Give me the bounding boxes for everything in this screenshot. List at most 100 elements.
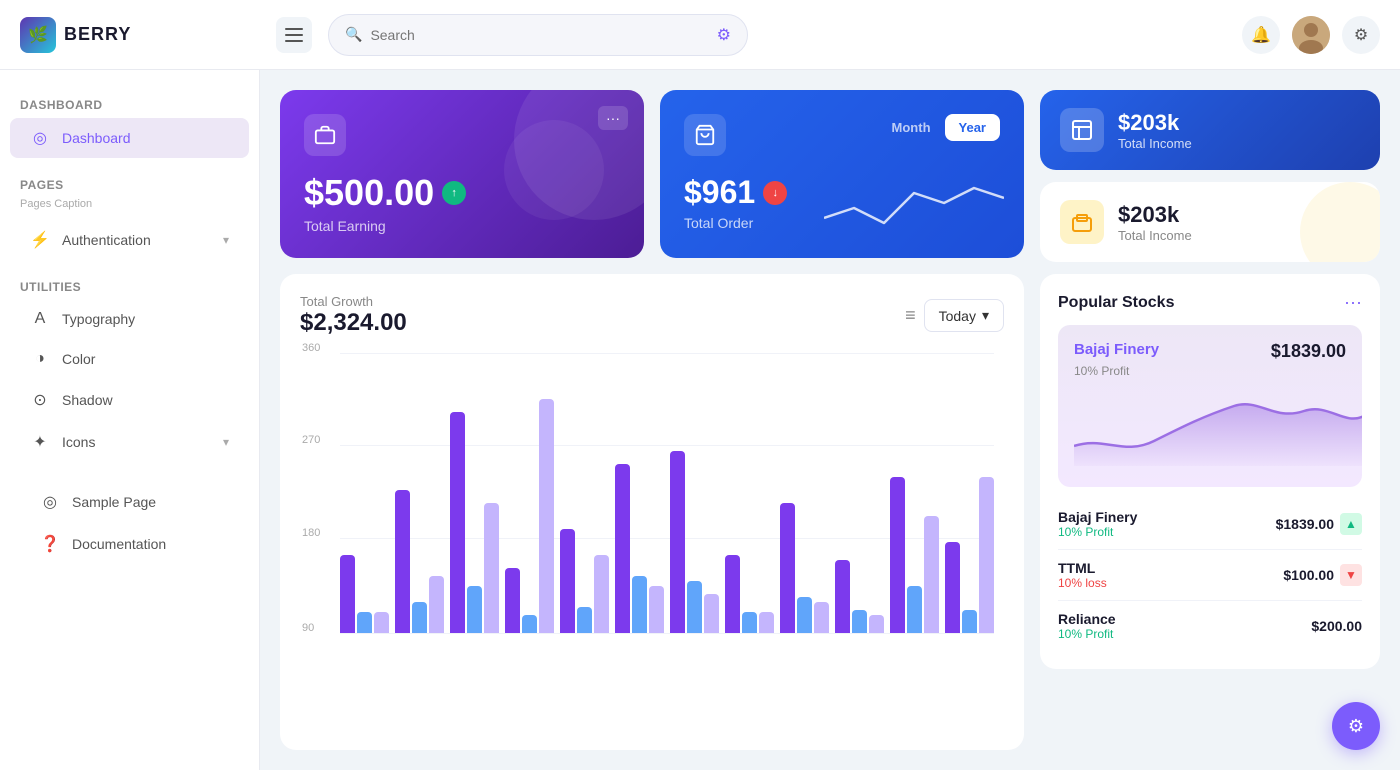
bar xyxy=(945,542,960,633)
bar xyxy=(797,597,812,633)
stock-reliance-info: Reliance 10% Profit xyxy=(1058,611,1116,641)
bar xyxy=(467,586,482,633)
trend-up-icon: ↑ xyxy=(442,181,466,205)
menu-button[interactable] xyxy=(276,17,312,53)
pages-caption: Pages Caption xyxy=(0,196,259,218)
topbar-right: 🔔 ⚙ xyxy=(1242,16,1380,54)
bar xyxy=(649,586,664,633)
featured-stock-header: Bajaj Finery $1839.00 xyxy=(1074,341,1346,362)
filter-icon[interactable]: ⚙ xyxy=(717,25,731,45)
logo-text: BERRY xyxy=(64,24,131,45)
bar-chart xyxy=(340,353,994,633)
growth-chart-card: Total Growth $2,324.00 ≡ Today ▾ 360 xyxy=(280,274,1024,750)
bar xyxy=(522,615,537,633)
income-yellow-label: Total Income xyxy=(1118,228,1192,243)
sidebar-item-documentation[interactable]: ❓ Documentation xyxy=(20,524,239,564)
sidebar-label-typography: Typography xyxy=(62,311,135,327)
stock-ttml-info: TTML 10% loss xyxy=(1058,560,1107,590)
bar xyxy=(704,594,719,633)
sidebar-item-sample-page[interactable]: ◎ Sample Page xyxy=(20,482,239,522)
month-button[interactable]: Month xyxy=(878,114,945,141)
year-button[interactable]: Year xyxy=(945,114,1000,141)
stocks-more-button[interactable]: ··· xyxy=(1344,292,1362,313)
stock-row-bajaj: Bajaj Finery 10% Profit $1839.00 ▲ xyxy=(1058,499,1362,550)
earning-label: Total Earning xyxy=(304,218,620,234)
sample-page-icon: ◎ xyxy=(40,492,60,512)
icons-icon: ✦ xyxy=(30,432,50,452)
bar xyxy=(450,412,465,633)
bar-group-4 xyxy=(560,353,609,633)
bar xyxy=(742,612,757,633)
stat-cards-row: ··· $500.00 ↑ Total Earning Month xyxy=(280,90,1024,258)
stocks-card: Popular Stocks ··· Bajaj Finery $1839.00… xyxy=(1040,274,1380,669)
trend-down-icon: ↓ xyxy=(763,181,787,205)
bar-group-8 xyxy=(780,353,829,633)
chart-header: Total Growth $2,324.00 ≡ Today ▾ xyxy=(300,294,1004,337)
sidebar-item-dashboard[interactable]: ◎ Dashboard xyxy=(10,118,249,158)
search-input[interactable] xyxy=(370,27,708,43)
sidebar-label-auth: Authentication xyxy=(62,232,151,248)
sidebar-item-typography[interactable]: A Typography xyxy=(10,300,249,338)
sidebar-label-sample: Sample Page xyxy=(72,494,156,510)
chevron-down-icon: ▾ xyxy=(223,233,229,247)
order-icon xyxy=(684,114,726,156)
bar xyxy=(594,555,609,633)
chart-amount: $2,324.00 xyxy=(300,309,407,337)
notification-button[interactable]: 🔔 xyxy=(1242,16,1280,54)
sidebar-item-color[interactable]: ◑ Color xyxy=(10,340,249,378)
sidebar-item-icons[interactable]: ✦ Icons ▾ xyxy=(10,422,249,462)
sidebar-section-pages: Pages xyxy=(0,170,259,196)
income-blue-amount: $203k xyxy=(1118,110,1192,136)
search-bar: 🔍 ⚙ xyxy=(328,14,748,56)
bar-group-1 xyxy=(395,353,444,633)
stocks-header: Popular Stocks ··· xyxy=(1058,292,1362,313)
today-button[interactable]: Today ▾ xyxy=(924,299,1004,332)
bar xyxy=(374,612,389,633)
featured-stock-chart xyxy=(1074,386,1346,471)
earning-more-button[interactable]: ··· xyxy=(598,106,628,130)
settings-button[interactable]: ⚙ xyxy=(1342,16,1380,54)
bar xyxy=(670,451,685,633)
stocks-title: Popular Stocks xyxy=(1058,294,1174,312)
stock-reliance-price: $200.00 xyxy=(1311,618,1362,634)
income-yellow-text: $203k Total Income xyxy=(1118,202,1192,243)
income-blue-text: $203k Total Income xyxy=(1118,110,1192,151)
earning-icon xyxy=(304,114,346,156)
bar xyxy=(484,503,499,633)
bar xyxy=(780,503,795,633)
stock-bajaj-price: $1839.00 ▲ xyxy=(1276,513,1362,535)
chart-menu-button[interactable]: ≡ xyxy=(905,305,916,326)
bar xyxy=(429,576,444,633)
bar xyxy=(615,464,630,633)
chart-body: 360 270 180 90 xyxy=(300,353,1004,633)
stock-ttml-price: $100.00 ▼ xyxy=(1283,564,1362,586)
income-yellow-amount: $203k xyxy=(1118,202,1192,228)
sidebar-item-authentication[interactable]: ⚡ Authentication ▾ xyxy=(10,220,249,260)
fab-button[interactable]: ⚙ xyxy=(1332,702,1380,750)
sidebar-label-docs: Documentation xyxy=(72,536,166,552)
bar xyxy=(412,602,427,633)
content-right: $203k Total Income $203k Total Income Po… xyxy=(1040,90,1380,750)
bar xyxy=(759,612,774,633)
bar xyxy=(962,610,977,633)
sidebar: Dashboard ◎ Dashboard Pages Pages Captio… xyxy=(0,70,260,770)
sidebar-item-shadow[interactable]: ⊙ Shadow xyxy=(10,380,249,420)
bar-group-7 xyxy=(725,353,774,633)
bar xyxy=(924,516,939,633)
chart-titles: Total Growth $2,324.00 xyxy=(300,294,407,337)
bar xyxy=(814,602,829,633)
bar xyxy=(505,568,520,633)
bar xyxy=(340,555,355,633)
logo: 🌿 BERRY xyxy=(20,17,260,53)
bar xyxy=(852,610,867,633)
bar-group-3 xyxy=(505,353,554,633)
content-area: ··· $500.00 ↑ Total Earning Month xyxy=(260,70,1400,770)
sidebar-section-utilities: Utilities xyxy=(0,272,259,298)
chart-title-label: Total Growth xyxy=(300,294,407,309)
bar-group-10 xyxy=(890,353,939,633)
stock-row-ttml: TTML 10% loss $100.00 ▼ xyxy=(1058,550,1362,601)
bar xyxy=(357,612,372,633)
avatar[interactable] xyxy=(1292,16,1330,54)
bar-group-6 xyxy=(670,353,719,633)
income-card-blue: $203k Total Income xyxy=(1040,90,1380,170)
